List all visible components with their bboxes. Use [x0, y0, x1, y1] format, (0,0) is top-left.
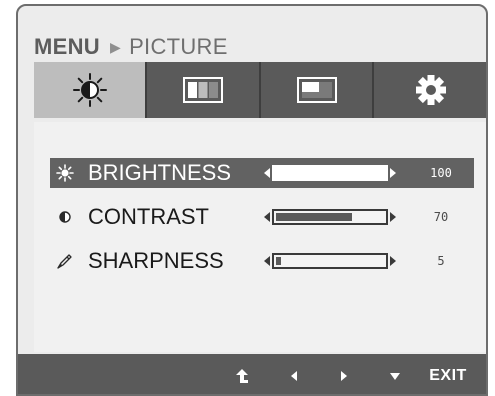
left-button[interactable] [282, 354, 306, 394]
setting-row-sharpness[interactable]: SHARPNESS 5 [50, 246, 474, 276]
tab-display[interactable] [261, 62, 372, 118]
section-label: PICTURE [129, 34, 228, 59]
right-button[interactable] [332, 354, 356, 394]
settings-gear-icon [416, 75, 446, 105]
menu-label: MENU [34, 34, 100, 59]
back-up-button[interactable] [228, 354, 256, 394]
left-arrow-icon [291, 371, 297, 381]
slider-fill [276, 169, 384, 177]
sun-icon [56, 164, 74, 182]
decrease-arrow-icon[interactable] [264, 212, 270, 222]
breadcrumb-separator-icon: ▶ [109, 39, 122, 55]
right-arrow-icon [341, 371, 347, 381]
tab-settings[interactable] [374, 62, 486, 118]
navigation-bar: EXIT [18, 354, 486, 394]
down-button[interactable] [382, 354, 408, 394]
brightness-slider[interactable] [272, 165, 388, 181]
increase-arrow-icon[interactable] [390, 212, 396, 222]
up-arrow-icon [236, 369, 248, 383]
brightness-contrast-icon [72, 73, 107, 107]
exit-button[interactable]: EXIT [429, 367, 467, 385]
setting-label: CONTRAST [88, 204, 209, 229]
setting-label: BRIGHTNESS [88, 160, 232, 185]
settings-panel: BRIGHTNESS 100 CONTRAST 70 SHARPNESS 5 [34, 122, 486, 352]
down-arrow-icon [390, 372, 400, 380]
setting-label: SHARPNESS [88, 248, 224, 273]
breadcrumb: MENU ▶ PICTURE [34, 34, 228, 60]
setting-row-contrast[interactable]: CONTRAST 70 [50, 202, 474, 232]
contrast-slider[interactable] [272, 209, 388, 225]
decrease-arrow-icon[interactable] [264, 256, 270, 266]
increase-arrow-icon[interactable] [390, 256, 396, 266]
osd-menu-window: MENU ▶ PICTURE BRIGHTNESS 100 CONTRAST 7… [16, 4, 488, 396]
decrease-arrow-icon[interactable] [264, 168, 270, 178]
setting-value: 100 [430, 166, 452, 180]
setting-value: 70 [433, 210, 449, 224]
screen-position-icon [296, 77, 337, 103]
slider-fill [276, 257, 281, 265]
tab-color[interactable] [147, 62, 259, 118]
exit-button-area[interactable]: EXIT [418, 354, 478, 394]
setting-value: 5 [437, 254, 445, 268]
color-bars-icon [183, 77, 223, 103]
increase-arrow-icon[interactable] [390, 168, 396, 178]
sharpness-slider[interactable] [272, 253, 388, 269]
setting-row-brightness[interactable]: BRIGHTNESS 100 [50, 158, 474, 188]
tab-bar [34, 62, 486, 118]
half-circle-contrast-icon [59, 211, 71, 223]
slider-fill [276, 213, 352, 221]
tab-picture[interactable] [34, 62, 145, 118]
sharpness-pen-icon [57, 254, 72, 269]
